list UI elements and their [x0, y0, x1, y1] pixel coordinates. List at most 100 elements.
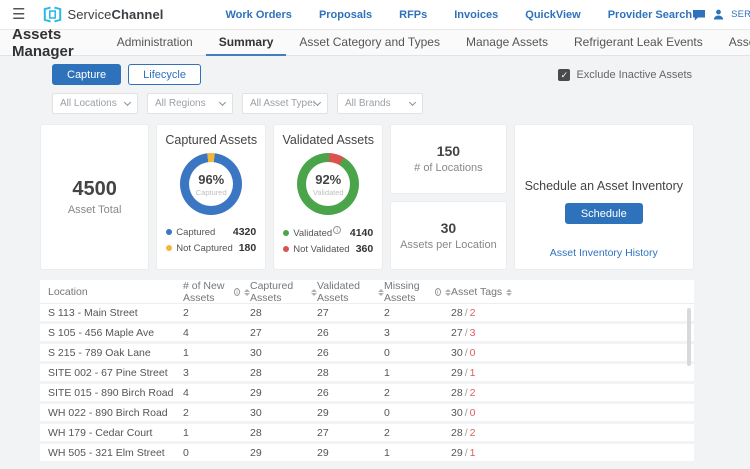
table-scrollbar[interactable]: [687, 308, 691, 366]
column-new-assets[interactable]: # of New Assets: [183, 280, 250, 304]
cell-captured: 29: [250, 387, 317, 399]
cell-missing: 0: [384, 347, 451, 359]
chevron-down-icon: [124, 98, 131, 105]
dropdown-placeholder: All Locations: [60, 98, 117, 109]
table-row[interactable]: S 113 - Main Street 2 28 27 2 28/2: [40, 304, 694, 324]
tab-manage-assets[interactable]: Manage Assets: [453, 30, 561, 56]
cell-location: WH 505 - 321 Elm Street: [48, 447, 183, 459]
user-icon: [713, 9, 724, 20]
locations-count-value: 150: [437, 143, 460, 159]
legend-value: 180: [239, 242, 257, 254]
table-row[interactable]: SITE 002 - 67 Pine Street 3 28 28 1 29/1: [40, 364, 694, 384]
chat-icon[interactable]: [692, 9, 706, 21]
cell-new-assets: 4: [183, 387, 250, 399]
cell-location: WH 022 - 890 Birch Road: [48, 407, 183, 419]
cell-captured: 28: [250, 307, 317, 319]
column-asset-tags[interactable]: Asset Tags: [451, 286, 694, 298]
toolbar: Capture Lifecycle ✓ Exclude Inactive Ass…: [52, 64, 694, 85]
checkbox-label: Exclude Inactive Assets: [576, 69, 692, 81]
cell-new-assets: 4: [183, 327, 250, 339]
nav-rfps[interactable]: RFPs: [399, 9, 427, 21]
dropdown-placeholder: All Asset Types: [250, 98, 315, 109]
all-asset-types-dropdown[interactable]: All Asset Types: [242, 93, 328, 114]
tab-administration[interactable]: Administration: [104, 30, 206, 56]
column-captured-assets[interactable]: Captured Assets: [250, 280, 317, 304]
cell-new-assets: 1: [183, 347, 250, 359]
top-bar: ☰ ServiceChannel Work Orders Proposals R…: [0, 0, 750, 30]
capture-button[interactable]: Capture: [52, 64, 121, 85]
all-regions-dropdown[interactable]: All Regions: [147, 93, 233, 114]
validated-legend: Validated 4140 Not Validated 360: [283, 222, 373, 255]
validated-dot-icon: [283, 230, 289, 236]
not-captured-dot-icon: [166, 245, 172, 251]
info-icon[interactable]: [333, 226, 341, 234]
captured-assets-card: Captured Assets 96% Captured Captured 43…: [156, 124, 266, 270]
column-missing-assets[interactable]: Missing Assets: [384, 280, 451, 304]
validated-assets-title: Validated Assets: [282, 133, 374, 147]
donut-center: 92% Validated: [306, 162, 350, 206]
tab-asset-upload[interactable]: Asset Upload: [716, 30, 750, 56]
all-locations-dropdown[interactable]: All Locations: [52, 93, 138, 114]
lifecycle-button[interactable]: Lifecycle: [128, 64, 201, 85]
table-row[interactable]: WH 022 - 890 Birch Road 2 30 29 0 30/0: [40, 404, 694, 424]
checkbox-checked-icon[interactable]: ✓: [558, 69, 570, 81]
cell-asset-tags: 30/0: [451, 407, 694, 419]
cell-new-assets: 1: [183, 427, 250, 439]
cell-location: S 113 - Main Street: [48, 307, 183, 319]
asset-inventory-history-link[interactable]: Asset Inventory History: [550, 247, 658, 259]
nav-proposals[interactable]: Proposals: [319, 9, 372, 21]
exclude-inactive-assets-checkbox[interactable]: ✓ Exclude Inactive Assets: [558, 69, 692, 81]
table-row[interactable]: SITE 015 - 890 Birch Road 4 29 26 2 28/2: [40, 384, 694, 404]
cell-captured: 29: [250, 447, 317, 459]
nav-work-orders[interactable]: Work Orders: [226, 9, 292, 21]
column-location: Location: [48, 286, 183, 298]
dropdown-placeholder: All Brands: [345, 98, 391, 109]
nav-invoices[interactable]: Invoices: [454, 9, 498, 21]
table-row[interactable]: S 215 - 789 Oak Lane 1 30 26 0 30/0: [40, 344, 694, 364]
dropdown-placeholder: All Regions: [155, 98, 206, 109]
column-validated-assets[interactable]: Validated Assets: [317, 280, 384, 304]
tab-refrigerant-leak-events[interactable]: Refrigerant Leak Events: [561, 30, 716, 56]
cell-missing: 1: [384, 367, 451, 379]
cell-location: WH 179 - Cedar Court: [48, 427, 183, 439]
cell-validated: 28: [317, 367, 384, 379]
asset-total-label: Asset Total: [68, 204, 122, 216]
legend-value: 4320: [233, 226, 256, 238]
nav-provider-search[interactable]: Provider Search: [608, 9, 692, 21]
tab-asset-category-and-types[interactable]: Asset Category and Types: [286, 30, 453, 56]
table-row[interactable]: WH 505 - 321 Elm Street 0 29 29 1 29/1: [40, 444, 694, 464]
nav-quickview[interactable]: QuickView: [525, 9, 580, 21]
cell-asset-tags: 28/2: [451, 427, 694, 439]
captured-legend: Captured 4320 Not Captured 180: [166, 222, 256, 254]
main-content: Capture Lifecycle ✓ Exclude Inactive Ass…: [0, 56, 750, 464]
user-account-dropdown[interactable]: SERVICECHANN...: [731, 9, 750, 20]
cell-new-assets: 2: [183, 307, 250, 319]
cell-captured: 28: [250, 427, 317, 439]
legend-item: Validated 4140: [283, 226, 373, 239]
cell-validated: 26: [317, 327, 384, 339]
cell-asset-tags: 29/1: [451, 367, 694, 379]
cell-validated: 27: [317, 307, 384, 319]
hamburger-menu-icon[interactable]: ☰: [12, 7, 25, 22]
cell-missing: 2: [384, 387, 451, 399]
sort-icon[interactable]: [506, 289, 512, 296]
schedule-button[interactable]: Schedule: [565, 203, 643, 224]
cell-captured: 28: [250, 367, 317, 379]
table-row[interactable]: S 105 - 456 Maple Ave 4 27 26 3 27/3: [40, 324, 694, 344]
cell-new-assets: 0: [183, 447, 250, 459]
all-brands-dropdown[interactable]: All Brands: [337, 93, 423, 114]
schedule-title: Schedule an Asset Inventory: [525, 179, 683, 193]
info-icon[interactable]: [234, 288, 240, 296]
info-icon[interactable]: [435, 288, 441, 296]
filters: All Locations All Regions All Asset Type…: [52, 93, 694, 114]
locations-count-label: # of Locations: [414, 162, 483, 174]
table-header-row: Location # of New Assets Captured Assets…: [40, 280, 694, 304]
cell-captured: 30: [250, 347, 317, 359]
cell-validated: 27: [317, 427, 384, 439]
captured-percent-label: Captured: [196, 188, 227, 197]
tab-summary[interactable]: Summary: [206, 30, 287, 56]
table-row[interactable]: WH 179 - Cedar Court 1 28 27 2 28/2: [40, 424, 694, 444]
cell-location: SITE 015 - 890 Birch Road: [48, 387, 183, 399]
brand-logo[interactable]: ServiceChannel: [43, 6, 163, 23]
chevron-down-icon: [409, 98, 416, 105]
